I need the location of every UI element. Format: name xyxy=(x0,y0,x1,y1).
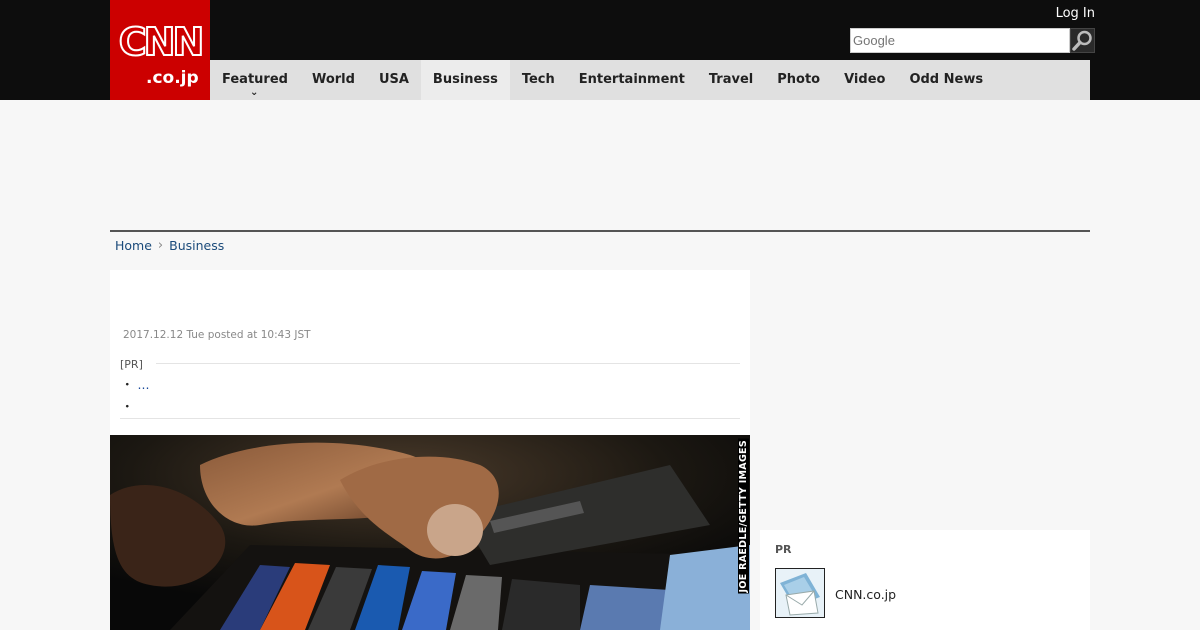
article-card: 2017.12.12 Tue posted at 10:43 JST [PR] … xyxy=(110,270,750,630)
pr-list-item: ・ xyxy=(121,396,138,415)
nav-item-label: Photo xyxy=(777,72,821,87)
nav-item-label: Featured xyxy=(222,72,288,87)
login-link[interactable]: Log In xyxy=(1056,6,1095,21)
pr-link[interactable]: ... xyxy=(138,377,150,392)
magnifier-icon xyxy=(1072,30,1092,51)
article-date: 2017.12.12 Tue posted at 10:43 JST xyxy=(123,329,311,341)
pr-divider xyxy=(156,363,740,364)
search-input[interactable] xyxy=(850,28,1070,53)
nav-item-photo[interactable]: Photo xyxy=(765,60,832,100)
pr-label: [PR] xyxy=(120,358,143,371)
nav-item-label: Odd News xyxy=(909,72,984,87)
nav-item-label: Travel xyxy=(708,72,754,87)
chevron-down-icon: ⌄ xyxy=(249,87,259,98)
search-box xyxy=(850,28,1095,53)
nav-item-featured[interactable]: Featured ⌄ xyxy=(210,60,300,100)
bullet: ・ xyxy=(121,377,134,392)
nav-item-label: USA xyxy=(378,72,409,87)
nav-item-entertainment[interactable]: Entertainment xyxy=(567,60,697,100)
photo-credit: JOE RAEDLE/GETTY IMAGES xyxy=(738,439,749,594)
bullet: ・ xyxy=(121,399,134,414)
nav-item-label: Video xyxy=(844,72,886,87)
sidebar-pr-box: PR CNN.co.jp xyxy=(760,530,1090,630)
nav-item-label: Tech xyxy=(521,72,555,87)
envelope-icon[interactable] xyxy=(775,568,825,618)
nav-item-odd-news[interactable]: Odd News xyxy=(897,60,995,100)
nav-item-travel[interactable]: Travel xyxy=(697,60,765,100)
breadcrumb: Home › Business xyxy=(115,238,224,253)
nav-item-label: Business xyxy=(432,72,498,87)
logo-suffix: .co.jp xyxy=(146,68,199,88)
main-nav: Featured ⌄ World USA Business Tech Enter… xyxy=(210,60,1090,100)
cnn-logo[interactable]: CNN .co.jp xyxy=(110,0,210,100)
credit-cards-photo xyxy=(110,435,750,630)
chevron-right-icon: › xyxy=(157,238,164,253)
breadcrumb-business[interactable]: Business xyxy=(169,238,224,253)
breadcrumb-home[interactable]: Home xyxy=(115,238,152,253)
nav-item-label: Entertainment xyxy=(578,72,685,87)
section-divider xyxy=(110,230,1090,232)
nav-item-usa[interactable]: USA xyxy=(367,60,421,100)
search-button[interactable] xyxy=(1070,28,1095,53)
sidebar-pr-label: PR xyxy=(775,543,792,556)
nav-item-tech[interactable]: Tech xyxy=(510,60,567,100)
sidebar-pr-item-name[interactable]: CNN.co.jp xyxy=(835,587,896,602)
thumbnail-image xyxy=(776,569,824,617)
pr-list-item: ・... xyxy=(121,374,149,393)
nav-item-business[interactable]: Business xyxy=(420,60,510,100)
nav-item-world[interactable]: World xyxy=(300,60,367,100)
article-photo: JOE RAEDLE/GETTY IMAGES xyxy=(110,435,750,630)
pr-divider-bottom xyxy=(120,418,740,419)
logo-wordmark: CNN xyxy=(118,20,206,64)
nav-item-video[interactable]: Video xyxy=(832,60,897,100)
nav-item-label: World xyxy=(311,72,355,87)
